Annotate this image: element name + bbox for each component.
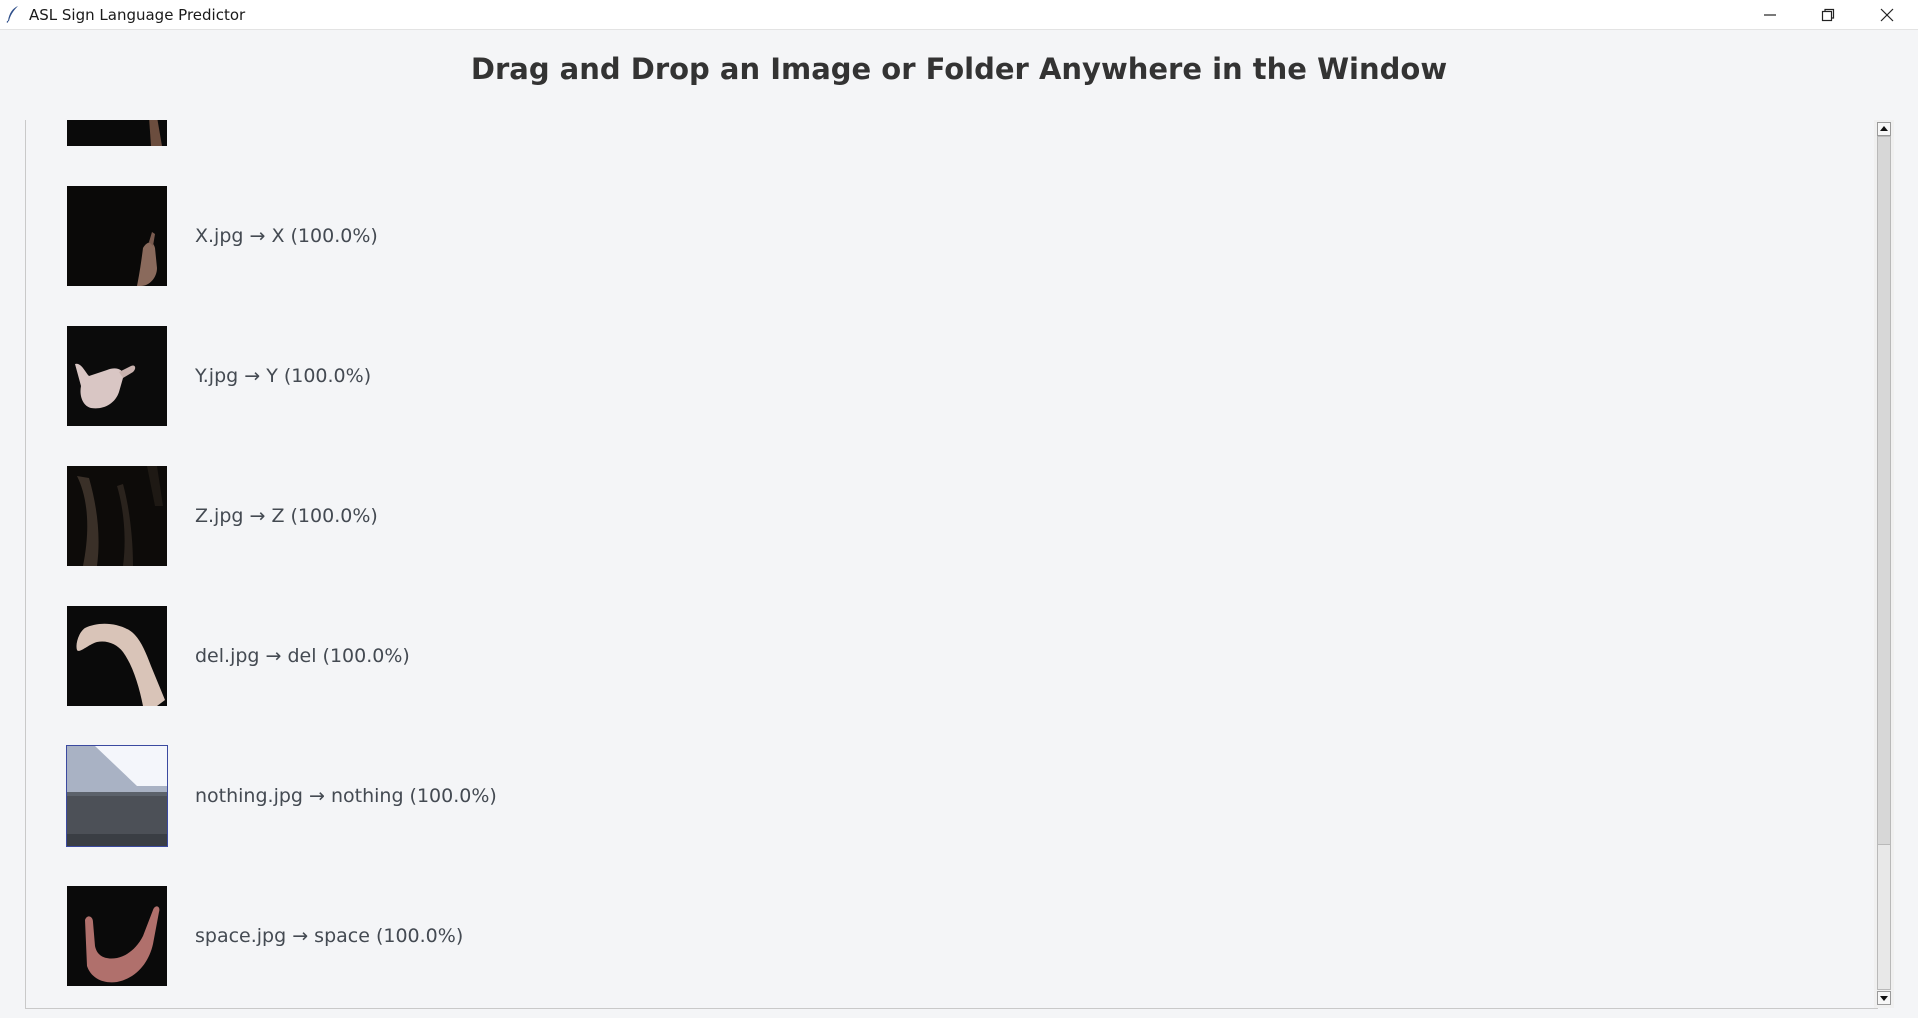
result-thumbnail-z (67, 466, 167, 566)
results-list[interactable]: X.jpg → X (100.0%) Y.jpg → Y (100.0%) Z.… (25, 120, 1878, 1009)
drop-instruction-heading: Drag and Drop an Image or Folder Anywher… (470, 52, 1448, 86)
close-icon (1880, 8, 1894, 21)
result-label: X.jpg → X (100.0%) (195, 225, 378, 247)
restore-button[interactable] (1799, 0, 1857, 29)
close-button[interactable] (1858, 0, 1916, 29)
result-thumbnail-space (67, 886, 167, 986)
result-thumbnail-del (67, 606, 167, 706)
minimize-icon (1764, 13, 1776, 16)
result-label: del.jpg → del (100.0%) (195, 645, 410, 667)
vertical-scrollbar[interactable] (1874, 120, 1894, 1008)
result-label: Y.jpg → Y (100.0%) (195, 365, 372, 387)
partial-image (67, 120, 167, 146)
scroll-up-button[interactable] (1877, 122, 1891, 136)
scroll-down-button[interactable] (1877, 991, 1891, 1005)
result-thumbnail-y (67, 326, 167, 426)
scroll-thumb[interactable] (1877, 844, 1891, 990)
hand-image (67, 606, 167, 706)
partial-thumbnail (67, 120, 167, 146)
result-label: Z.jpg → Z (100.0%) (195, 505, 378, 527)
hand-image (67, 886, 167, 986)
result-label: nothing.jpg → nothing (100.0%) (195, 785, 497, 807)
hand-image (67, 466, 167, 566)
arrow-up-icon (1877, 122, 1891, 136)
result-label: space.jpg → space (100.0%) (195, 925, 464, 947)
room-image (67, 746, 167, 846)
window-title-bar: ASL Sign Language Predictor (0, 0, 1918, 30)
arrow-down-icon (1877, 991, 1891, 1005)
window-title: ASL Sign Language Predictor (29, 6, 246, 24)
hand-image (67, 326, 167, 426)
feather-icon (5, 5, 21, 23)
restore-icon (1821, 8, 1835, 21)
result-thumbnail-x (67, 186, 167, 286)
result-thumbnail-nothing (66, 745, 168, 847)
minimize-button[interactable] (1741, 0, 1799, 29)
hand-image (67, 186, 167, 286)
